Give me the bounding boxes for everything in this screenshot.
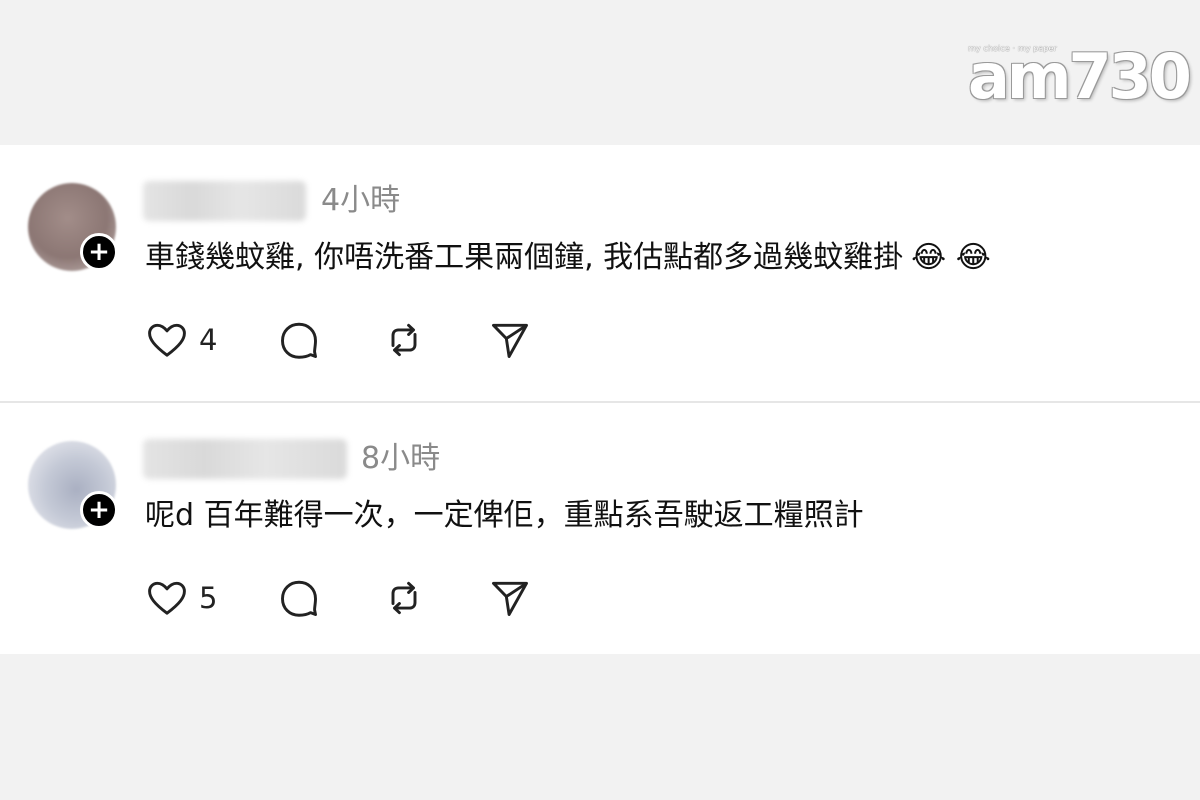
am730-logo: am730 my choice · my paper bbox=[968, 36, 1192, 108]
action-bar: 5 bbox=[145, 576, 565, 620]
comment-text: 車錢幾蚊雞, 你唔洗番工果兩個鐘, 我估點都多過幾蚊雞掛 😂 😂 bbox=[145, 238, 991, 278]
heart-icon bbox=[148, 323, 186, 357]
username-blurred[interactable] bbox=[143, 181, 306, 221]
repost-button[interactable] bbox=[382, 318, 426, 362]
reply-button[interactable] bbox=[277, 318, 321, 362]
comment-item: + 4小時 車錢幾蚊雞, 你唔洗番工果兩個鐘, 我估點都多過幾蚊雞掛 😂 😂 4 bbox=[0, 145, 1200, 401]
username-blurred[interactable] bbox=[143, 439, 347, 479]
laughing-emoji-icon: 😂 😂 bbox=[911, 240, 991, 275]
reply-button[interactable] bbox=[277, 576, 321, 620]
follow-plus-icon[interactable]: + bbox=[80, 233, 118, 271]
comment-thread: + 4小時 車錢幾蚊雞, 你唔洗番工果兩個鐘, 我估點都多過幾蚊雞掛😂 😂 4 bbox=[0, 145, 1200, 654]
share-button[interactable] bbox=[488, 576, 532, 620]
send-icon bbox=[492, 581, 528, 616]
like-button[interactable]: 4 bbox=[145, 318, 217, 362]
share-button[interactable] bbox=[488, 318, 532, 362]
logo-mark: am730 bbox=[968, 40, 1192, 113]
comment-body: 車錢幾蚊雞, 你唔洗番工果兩個鐘, 我估點都多過幾蚊雞掛 bbox=[145, 240, 904, 275]
like-count: 4 bbox=[199, 323, 218, 357]
repost-icon bbox=[391, 323, 417, 357]
comment-body: 呢d 百年難得一次，一定俾佢，重點系吾駛返工糧照計 bbox=[145, 498, 864, 533]
comment-icon bbox=[281, 580, 317, 617]
comment-icon bbox=[281, 322, 317, 359]
follow-plus-icon[interactable]: + bbox=[80, 491, 118, 529]
like-button[interactable]: 5 bbox=[145, 576, 217, 620]
timestamp: 4小時 bbox=[321, 183, 401, 218]
timestamp: 8小時 bbox=[361, 441, 441, 476]
repost-button[interactable] bbox=[382, 576, 426, 620]
comment-text: 呢d 百年難得一次，一定俾佢，重點系吾駛返工糧照計 bbox=[145, 496, 864, 536]
heart-icon bbox=[148, 581, 186, 615]
send-icon bbox=[492, 323, 528, 358]
like-count: 5 bbox=[199, 581, 218, 615]
comment-item: + 8小時 呢d 百年難得一次，一定俾佢，重點系吾駛返工糧照計 5 bbox=[0, 403, 1200, 659]
logo-tagline: my choice · my paper bbox=[968, 44, 1057, 53]
action-bar: 4 bbox=[145, 318, 565, 362]
repost-icon bbox=[391, 581, 417, 615]
